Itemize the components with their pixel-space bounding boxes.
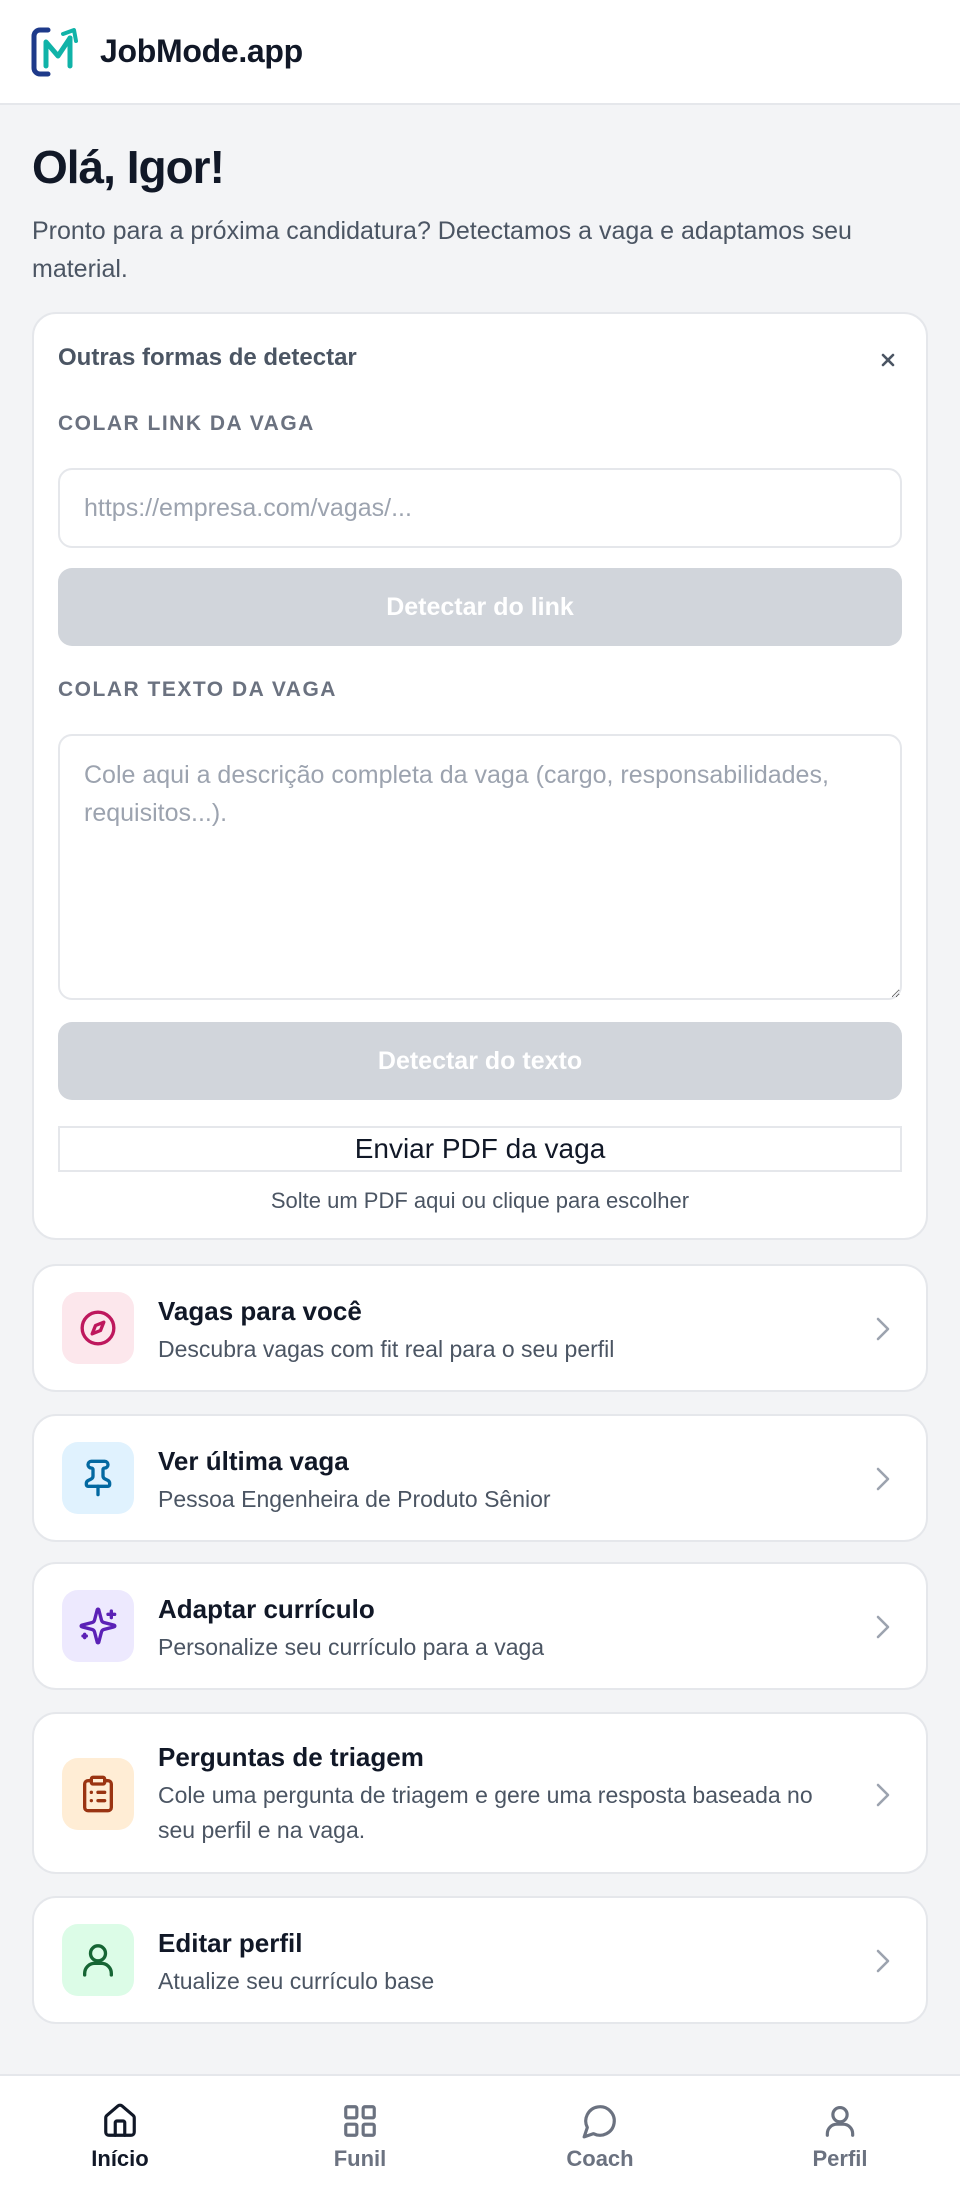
- nav-item-inicio[interactable]: Início: [0, 2076, 240, 2198]
- page-subtitle: Pronto para a próxima candidatura? Detec…: [32, 217, 852, 283]
- nav-label: Funil: [333, 2146, 387, 2171]
- close-icon: [881, 353, 895, 367]
- home-icon: [104, 2103, 136, 2137]
- nav-item-funil[interactable]: Funil: [240, 2076, 480, 2198]
- nav-item-coach[interactable]: Coach: [480, 2076, 720, 2198]
- action-title: Perguntas de triagem: [158, 1742, 424, 1772]
- app-header: JobMode.app: [0, 0, 960, 105]
- action-card-adaptar-curriculo[interactable]: Adaptar currículo Personalize seu curríc…: [32, 1562, 928, 1690]
- action-description: Cole uma pergunta de triagem e gere uma …: [158, 1782, 813, 1843]
- action-title: Editar perfil: [158, 1928, 303, 1958]
- chevron-right-icon: [876, 1317, 890, 1341]
- chevron-right-icon: [876, 1783, 890, 1807]
- user-icon: [825, 2105, 855, 2137]
- pin-icon: [62, 1442, 134, 1514]
- pdf-dropzone-hint[interactable]: Solte um PDF aqui ou clique para escolhe…: [34, 1188, 926, 1214]
- action-card-vagas[interactable]: Vagas para você Descubra vagas com fit r…: [32, 1264, 928, 1392]
- action-card-ultima-vaga[interactable]: Ver última vaga Pessoa Engenheira de Pro…: [32, 1414, 928, 1542]
- page-title: Olá, Igor!: [32, 141, 225, 193]
- nav-label: Coach: [566, 2146, 634, 2171]
- action-title: Adaptar currículo: [158, 1594, 375, 1624]
- action-card-editar-perfil[interactable]: Editar perfil Atualize seu currículo bas…: [32, 1896, 928, 2024]
- action-description: Pessoa Engenheira de Produto Sênior: [158, 1486, 551, 1512]
- chevron-right-icon: [876, 1949, 890, 1973]
- compass-icon: [62, 1292, 134, 1364]
- jobmode-logo[interactable]: [28, 24, 84, 80]
- detect-card-title: Outras formas de detectar: [58, 344, 357, 371]
- action-description: Atualize seu currículo base: [158, 1968, 435, 1994]
- chevron-right-icon: [876, 1615, 890, 1639]
- job-link-input[interactable]: [58, 468, 902, 548]
- text-section-label: COLAR TEXTO DA VAGA: [58, 678, 337, 701]
- nav-label: Perfil: [812, 2146, 868, 2171]
- clipboard-icon: [62, 1758, 134, 1830]
- brand-name: JobMode.app: [100, 33, 303, 69]
- job-text-input[interactable]: [58, 734, 902, 1000]
- user-icon: [62, 1924, 134, 1996]
- detect-from-link-button[interactable]: Detectar do link: [58, 568, 902, 646]
- sparkles-icon: [62, 1590, 134, 1662]
- chat-icon: [582, 2105, 616, 2139]
- nav-label: Início: [91, 2146, 149, 2171]
- action-card-perguntas-triagem[interactable]: Perguntas de triagem Cole uma pergunta d…: [32, 1712, 928, 1874]
- action-title: Ver última vaga: [158, 1446, 349, 1476]
- action-description: Personalize seu currículo para a vaga: [158, 1634, 545, 1660]
- bottom-navigation: Início Funil Coach Perfil: [0, 2074, 960, 2198]
- link-section-label: COLAR LINK DA VAGA: [58, 412, 315, 435]
- grid-icon: [344, 2105, 376, 2137]
- detect-job-card: Outras formas de detectar COLAR LINK DA …: [32, 312, 928, 1240]
- action-title: Vagas para você: [158, 1296, 362, 1326]
- nav-item-perfil[interactable]: Perfil: [720, 2076, 960, 2198]
- detect-from-text-button[interactable]: Detectar do texto: [58, 1022, 902, 1100]
- chevron-right-icon: [876, 1467, 890, 1491]
- upload-pdf-button[interactable]: Enviar PDF da vaga: [58, 1126, 902, 1172]
- close-button[interactable]: [876, 348, 900, 372]
- action-description: Descubra vagas com fit real para o seu p…: [158, 1336, 615, 1362]
